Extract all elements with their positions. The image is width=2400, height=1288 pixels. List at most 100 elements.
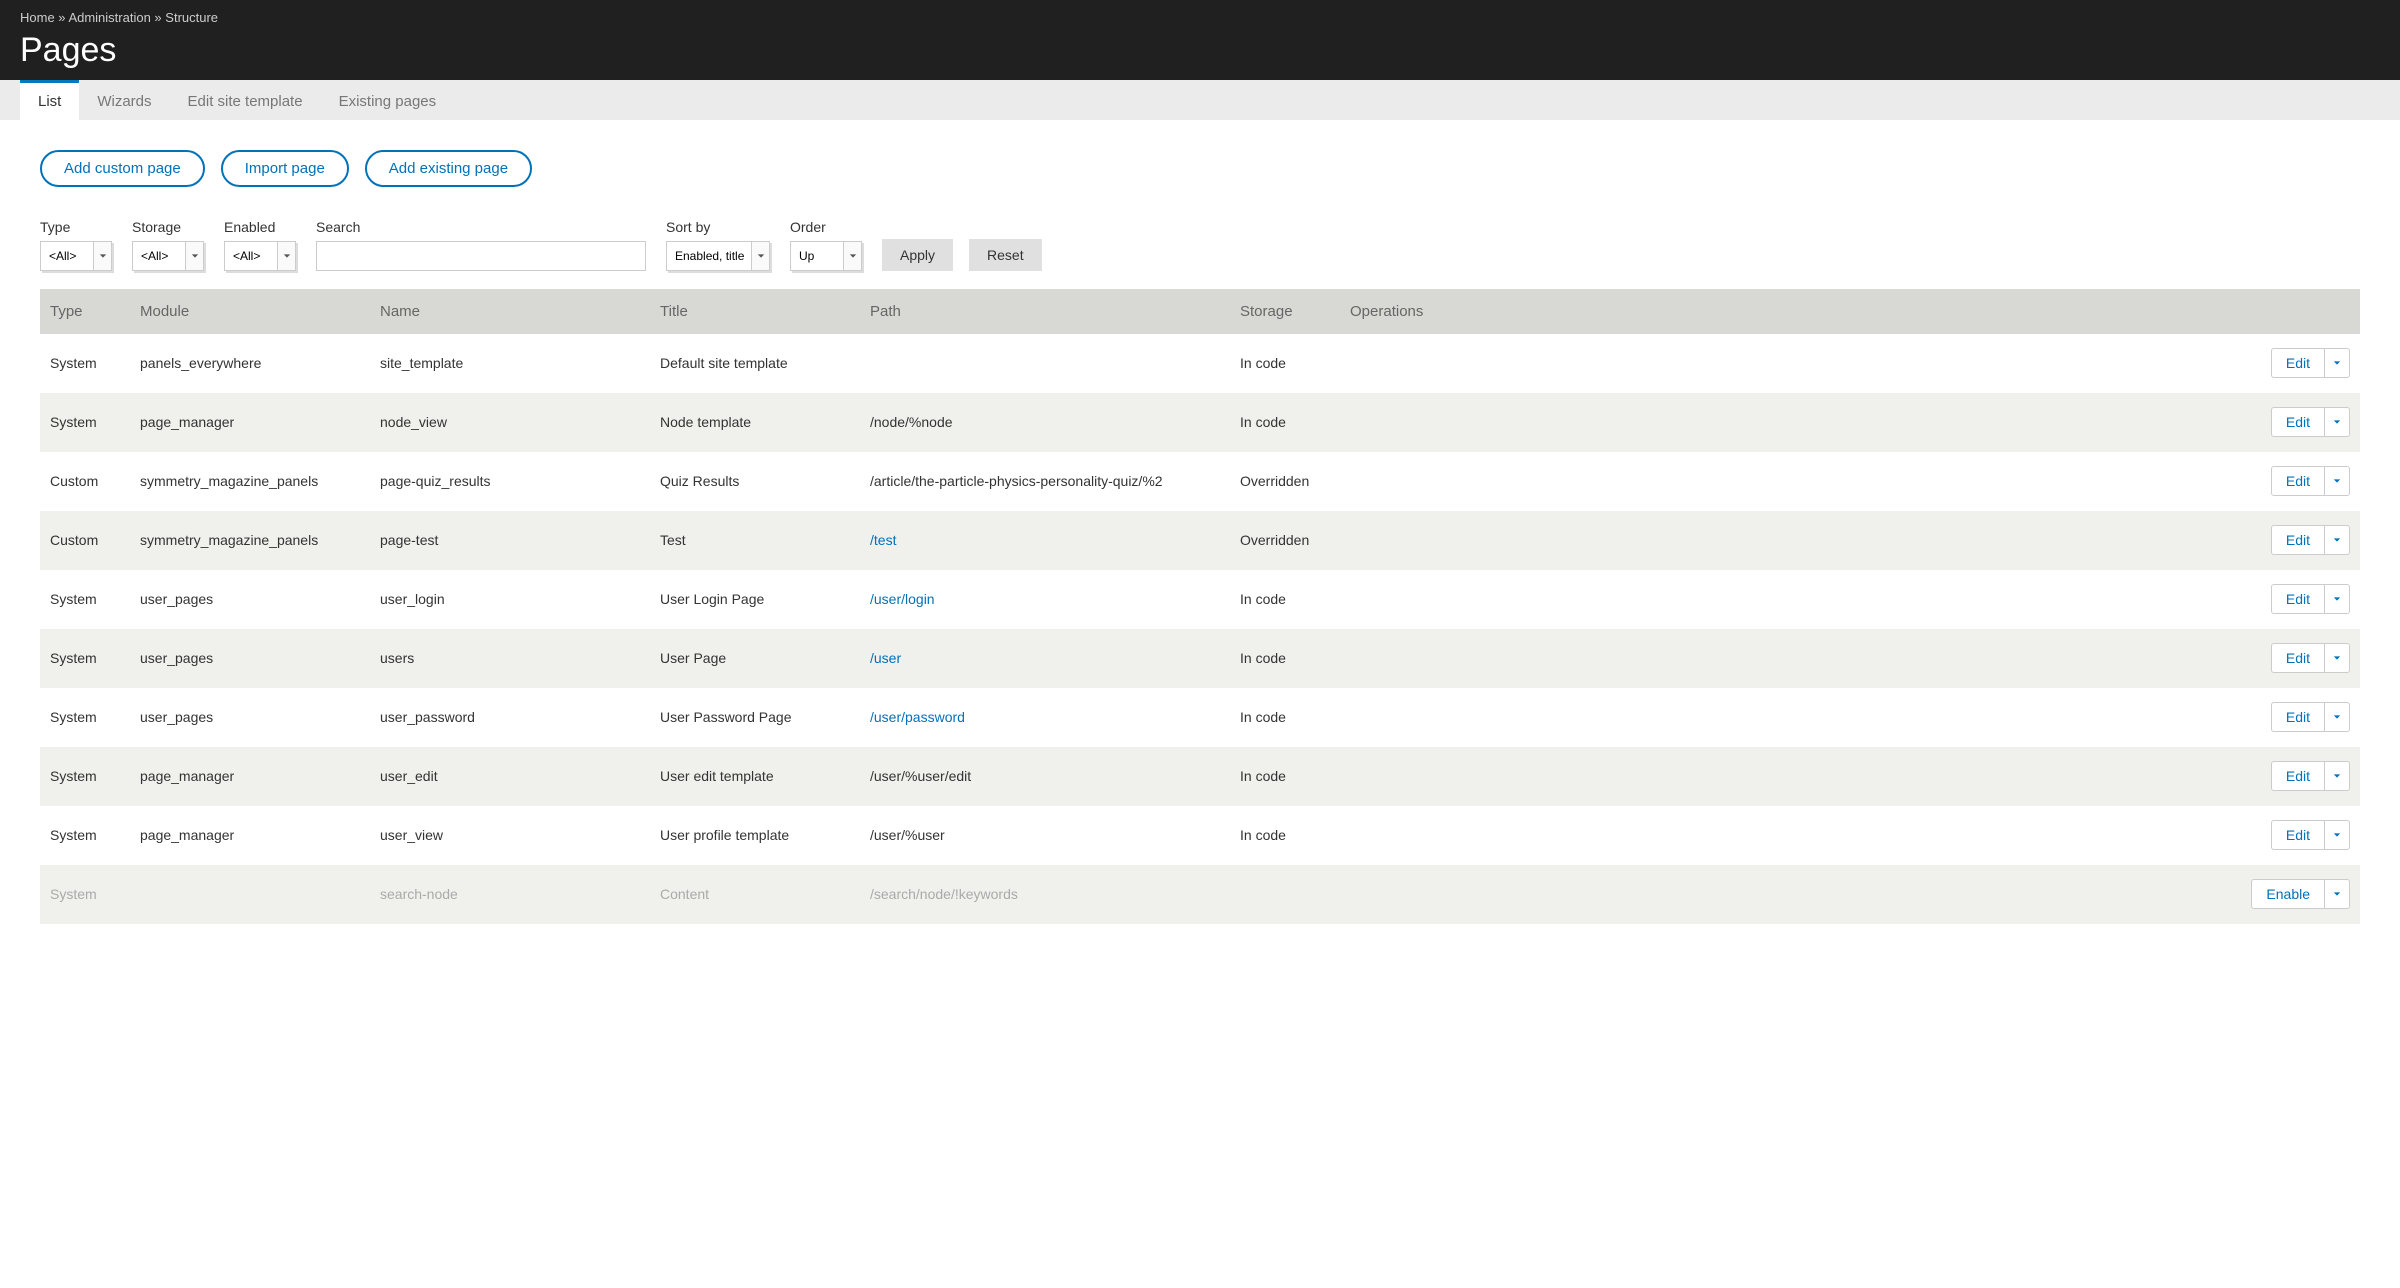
pages-table: Type Module Name Title Path Storage Oper… <box>40 289 2360 924</box>
tab-existing-pages[interactable]: Existing pages <box>321 80 455 120</box>
operation-dropdown-toggle[interactable] <box>2324 644 2349 672</box>
operation-dropdown-toggle[interactable] <box>2324 762 2349 790</box>
filter-type-label: Type <box>40 219 112 235</box>
table-row: Systempanels_everywheresite_templateDefa… <box>40 334 2360 393</box>
cell-operations: Edit <box>1340 629 2360 688</box>
edit-button[interactable]: Edit <box>2272 821 2324 849</box>
caret-down-icon <box>2333 654 2341 662</box>
add-existing-page-button[interactable]: Add existing page <box>365 150 532 187</box>
col-title[interactable]: Title <box>650 289 860 334</box>
caret-down-icon <box>2333 359 2341 367</box>
filter-sort-by-select[interactable]: Enabled, title <box>667 245 769 267</box>
operation-dropdown-toggle[interactable] <box>2324 880 2349 908</box>
filter-search: Search <box>316 219 646 271</box>
tab-edit-site-template[interactable]: Edit site template <box>170 80 321 120</box>
cell-name: user_edit <box>370 747 650 806</box>
edit-button[interactable]: Edit <box>2272 349 2324 377</box>
filter-type-select[interactable]: <All> <box>41 245 111 267</box>
operation-dropdown[interactable]: Edit <box>2271 820 2350 850</box>
filter-search-label: Search <box>316 219 646 235</box>
cell-module: symmetry_magazine_panels <box>130 452 370 511</box>
operation-dropdown-toggle[interactable] <box>2324 526 2349 554</box>
table-row: Systempage_manageruser_viewUser profile … <box>40 806 2360 865</box>
breadcrumb-link[interactable]: Administration <box>68 10 150 25</box>
col-operations[interactable]: Operations <box>1340 289 2360 334</box>
operation-dropdown[interactable]: Edit <box>2271 584 2350 614</box>
operation-dropdown-toggle[interactable] <box>2324 349 2349 377</box>
caret-down-icon <box>2333 831 2341 839</box>
enable-button[interactable]: Enable <box>2252 880 2324 908</box>
breadcrumb-link[interactable]: Home <box>20 10 55 25</box>
cell-storage: In code <box>1230 334 1340 393</box>
caret-down-icon <box>2333 595 2341 603</box>
operation-dropdown[interactable]: Edit <box>2271 643 2350 673</box>
cell-path: /user <box>860 629 1230 688</box>
breadcrumb-separator: » <box>151 10 165 25</box>
col-module[interactable]: Module <box>130 289 370 334</box>
cell-title: Node template <box>650 393 860 452</box>
cell-storage: Overridden <box>1230 452 1340 511</box>
operation-dropdown-toggle[interactable] <box>2324 585 2349 613</box>
cell-path <box>860 334 1230 393</box>
cell-path: /user/login <box>860 570 1230 629</box>
operation-dropdown-toggle[interactable] <box>2324 703 2349 731</box>
content: Add custom page Import page Add existing… <box>0 120 2400 954</box>
operation-dropdown[interactable]: Edit <box>2271 348 2350 378</box>
filter-sort-by-label: Sort by <box>666 219 770 235</box>
operation-dropdown-toggle[interactable] <box>2324 408 2349 436</box>
import-page-button[interactable]: Import page <box>221 150 349 187</box>
operation-dropdown[interactable]: Edit <box>2271 407 2350 437</box>
operation-dropdown-toggle[interactable] <box>2324 467 2349 495</box>
tab-list[interactable]: List <box>20 80 79 120</box>
col-name[interactable]: Name <box>370 289 650 334</box>
cell-type: System <box>40 393 130 452</box>
apply-button[interactable]: Apply <box>882 239 953 271</box>
operation-dropdown-toggle[interactable] <box>2324 821 2349 849</box>
add-custom-page-button[interactable]: Add custom page <box>40 150 205 187</box>
col-storage[interactable]: Storage <box>1230 289 1340 334</box>
table-row: Systemuser_pagesuser_loginUser Login Pag… <box>40 570 2360 629</box>
edit-button[interactable]: Edit <box>2272 585 2324 613</box>
cell-operations: Edit <box>1340 393 2360 452</box>
edit-button[interactable]: Edit <box>2272 526 2324 554</box>
cell-storage: In code <box>1230 747 1340 806</box>
edit-button[interactable]: Edit <box>2272 408 2324 436</box>
col-path[interactable]: Path <box>860 289 1230 334</box>
cell-title: User edit template <box>650 747 860 806</box>
operation-dropdown[interactable]: Edit <box>2271 702 2350 732</box>
edit-button[interactable]: Edit <box>2272 762 2324 790</box>
cell-storage: In code <box>1230 570 1340 629</box>
operation-dropdown[interactable]: Edit <box>2271 761 2350 791</box>
caret-down-icon <box>2333 418 2341 426</box>
filter-storage-select[interactable]: <All> <box>133 245 203 267</box>
breadcrumb-link[interactable]: Structure <box>165 10 218 25</box>
cell-path: /article/the-particle-physics-personalit… <box>860 452 1230 511</box>
path-link[interactable]: /test <box>870 532 896 548</box>
table-row: Systemsearch-nodeContent/search/node/!ke… <box>40 865 2360 924</box>
operation-dropdown[interactable]: Edit <box>2271 466 2350 496</box>
table-header-row: Type Module Name Title Path Storage Oper… <box>40 289 2360 334</box>
operation-dropdown[interactable]: Edit <box>2271 525 2350 555</box>
edit-button[interactable]: Edit <box>2272 644 2324 672</box>
search-input[interactable] <box>316 241 646 271</box>
tab-wizards[interactable]: Wizards <box>79 80 169 120</box>
path-link[interactable]: /user/login <box>870 591 935 607</box>
reset-button[interactable]: Reset <box>969 239 1042 271</box>
filter-order-select[interactable]: Up <box>791 245 861 267</box>
breadcrumb: Home » Administration » Structure <box>20 10 2380 31</box>
cell-type: Custom <box>40 452 130 511</box>
cell-path: /search/node/!keywords <box>860 865 1230 924</box>
cell-storage <box>1230 865 1340 924</box>
cell-module: user_pages <box>130 570 370 629</box>
path-link[interactable]: /user/password <box>870 709 965 725</box>
edit-button[interactable]: Edit <box>2272 467 2324 495</box>
filter-buttons: Apply Reset <box>882 239 1042 271</box>
action-buttons: Add custom page Import page Add existing… <box>40 150 2360 187</box>
cell-name: user_password <box>370 688 650 747</box>
filter-enabled-select[interactable]: <All> <box>225 245 295 267</box>
operation-dropdown[interactable]: Enable <box>2251 879 2350 909</box>
col-type[interactable]: Type <box>40 289 130 334</box>
edit-button[interactable]: Edit <box>2272 703 2324 731</box>
cell-storage: Overridden <box>1230 511 1340 570</box>
path-link[interactable]: /user <box>870 650 901 666</box>
